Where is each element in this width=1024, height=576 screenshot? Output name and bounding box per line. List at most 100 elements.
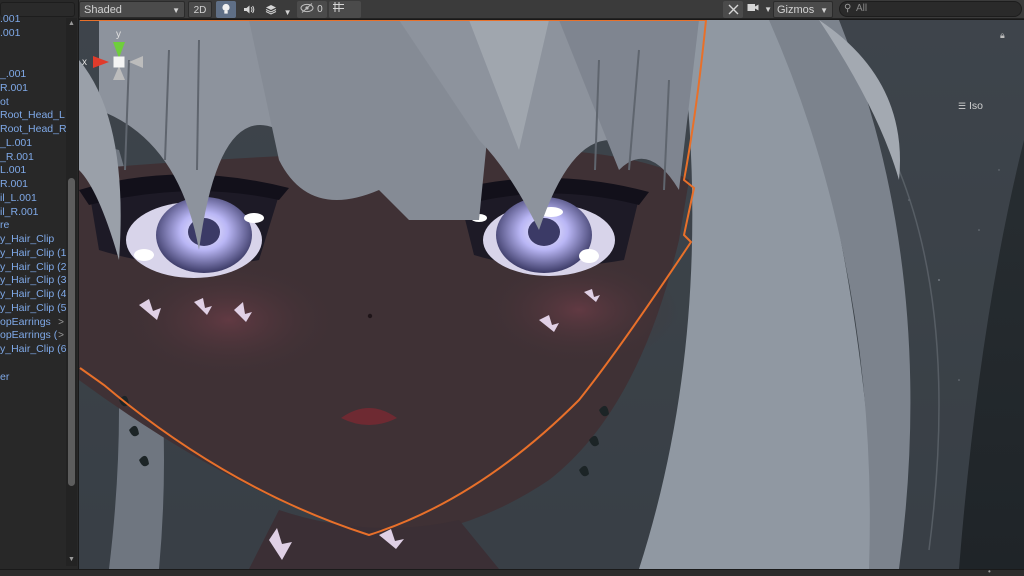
hierarchy-item[interactable]: il_R.001 [0,206,66,220]
hierarchy-item[interactable]: R.001 [0,82,66,96]
lock-icon[interactable]: 🔒︎ [1000,30,1005,41]
hierarchy-item-label: R.001 [0,81,29,94]
gizmos-dropdown[interactable]: Gizmos ▼ [773,1,833,18]
nose [367,313,373,319]
speaker-icon [244,5,255,14]
shading-mode-dropdown[interactable]: Shaded ▼ [79,1,185,18]
hierarchy-item[interactable]: .001 [0,13,66,27]
hierarchy-item[interactable]: _R.001 [0,151,66,165]
status-icon: • [988,567,991,576]
x-neg-cone [129,56,143,68]
hierarchy-item[interactable]: Root_Head_L [0,109,66,123]
hierarchy-item-label: .001 [0,26,21,39]
gizmo-center-cube [113,56,125,68]
tools-icon [728,4,738,15]
grid-icon [333,2,344,12]
hierarchy-item[interactable]: y_Hair_Clip (6 [0,343,66,357]
scrollbar-thumb[interactable] [68,178,75,486]
hierarchy-item-label: y_Hair_Clip (5 [0,301,66,314]
y-axis-cone [113,42,125,58]
status-bar: • [0,567,1024,576]
dropdown-arrow-icon: ▼ [820,6,828,15]
orientation-gizmo[interactable]: y x [79,20,159,110]
hierarchy-item-label: _.001 [0,68,27,80]
y-neg-cone [113,66,125,80]
hierarchy-item[interactable]: ot [0,96,66,110]
effects-dropdown-button[interactable]: ▼ [262,1,294,18]
hierarchy-item-label: opEarrings [0,315,51,328]
hierarchy-item-label: il_R.001 [0,205,39,218]
hierarchy-item[interactable]: y_Hair_Clip (5 [0,302,66,316]
scene-viewport[interactable]: y x 🔒︎ ☰ Iso [79,20,1024,569]
dropdown-arrow-icon: ▼ [283,8,292,17]
expand-chevron-icon[interactable]: > [58,329,64,343]
projection-toggle[interactable]: ☰ Iso [958,100,983,112]
shading-mode-label: Shaded [84,4,122,16]
search-placeholder: All [856,3,868,14]
hierarchy-list: .001.001 _.001 R.001 ot Root_Head_L Root_Head… [0,13,66,384]
hierarchy-item-label: y_Hair_Clip (4 [0,288,66,300]
hierarchy-item-label: opEarrings ( [0,329,58,342]
x-axis-cone [93,56,109,68]
hierarchy-item-label: er [0,370,10,383]
hierarchy-item[interactable] [0,41,66,55]
dropdown-arrow-icon: ▼ [172,6,180,15]
hierarchy-item[interactable]: re [0,219,66,233]
hierarchy-item-label: _R.001 [0,150,34,163]
cheek-left [119,260,339,380]
x-axis-label: x [82,57,87,68]
hidden-objects-toggle[interactable]: 0 [297,1,327,18]
hierarchy-item[interactable]: opEarrings > [0,316,66,330]
hierarchy-item-label: Root_Head_R [0,123,66,135]
tools-toggle-button[interactable] [723,1,743,18]
hierarchy-item[interactable]: _L.001 [0,137,66,151]
hierarchy-item-label: y_Hair_Clip (2 [0,260,66,273]
dropdown-arrow-icon: ▼ [764,5,772,14]
camera-icon [747,4,759,11]
hierarchy-item[interactable]: y_Hair_Clip (3 [0,274,66,288]
hidden-count: 0 [317,4,323,15]
hierarchy-item[interactable] [0,54,66,68]
layers-icon [265,5,276,15]
toggle-2d-button[interactable]: 2D [188,1,212,18]
scroll-up-arrow-icon[interactable]: ▲ [66,18,77,30]
hierarchy-item[interactable]: _.001 [0,68,66,82]
hierarchy-item-label: y_Hair_Clip (6 [0,343,66,355]
hierarchy-item[interactable]: y_Hair_Clip [0,233,66,247]
expand-chevron-icon[interactable]: > [58,316,64,330]
hierarchy-item[interactable]: il_L.001 [0,192,66,206]
hierarchy-item-label: .001 [0,13,21,25]
hierarchy-item-label: il_L.001 [0,191,37,204]
hierarchy-item[interactable]: Root_Head_R [0,123,66,137]
hierarchy-item[interactable]: L.001 [0,164,66,178]
projection-label: Iso [969,100,984,112]
gizmos-label: Gizmos [777,4,815,16]
scene-search-input[interactable]: ⚲ All [839,1,1022,17]
eye-slash-icon [300,3,314,13]
hierarchy-item[interactable]: er [0,371,66,385]
hierarchy-panel: .001.001 _.001 R.001 ot Root_Head_L Root_Head… [0,0,79,576]
hierarchy-scrollbar[interactable]: ▲ ▼ [66,18,77,566]
audio-toggle-button[interactable] [238,1,260,18]
lighting-toggle-button[interactable] [216,1,236,18]
scroll-down-arrow-icon[interactable]: ▼ [66,554,77,566]
y-axis-label: y [116,29,121,40]
scene-toolbar: Shaded ▼ 2D ▼ 0 ▼ Gizmos ▼ ⚲ All [79,0,1024,31]
hierarchy-item-label: L.001 [0,164,27,177]
grid-snap-dropdown[interactable]: ▼ [329,1,361,31]
hierarchy-item[interactable]: y_Hair_Clip (1) [0,247,66,261]
hierarchy-item-label: R.001 [0,178,29,190]
hierarchy-item-label: y_Hair_Clip [0,233,55,245]
hierarchy-item[interactable]: R.001 [0,178,66,192]
hierarchy-item[interactable]: opEarrings (> [0,329,66,343]
hierarchy-item[interactable] [0,357,66,371]
hierarchy-item[interactable]: y_Hair_Clip (2 [0,261,66,275]
hierarchy-item[interactable]: y_Hair_Clip (4 [0,288,66,302]
lightbulb-icon [222,3,230,14]
search-icon: ⚲ [844,3,852,14]
scene-render [79,20,1024,569]
hierarchy-item[interactable]: .001 [0,27,66,41]
camera-settings-dropdown[interactable]: ▼ [745,1,773,18]
hierarchy-item-label: _L.001 [0,136,33,149]
hierarchy-item-label: Root_Head_L [0,109,65,122]
